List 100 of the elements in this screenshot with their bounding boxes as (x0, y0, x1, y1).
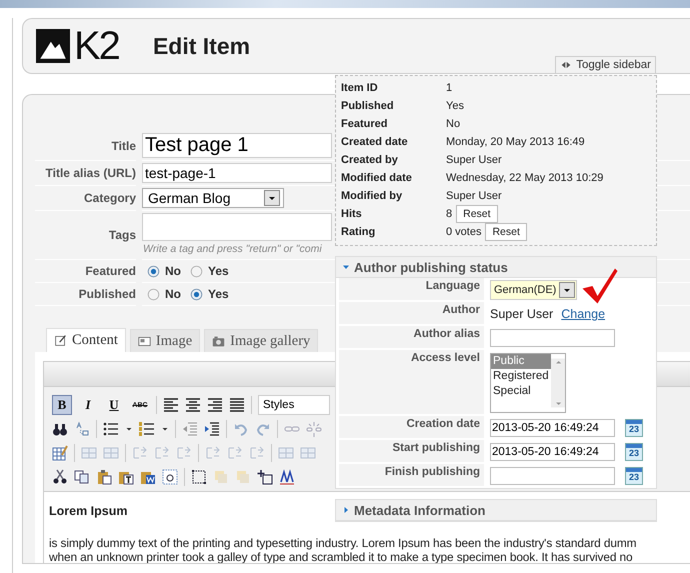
calendar-button[interactable]: 23 (625, 443, 643, 461)
radio-button[interactable] (190, 264, 203, 278)
info-label: Created by (341, 153, 399, 168)
radio-button[interactable] (147, 288, 160, 300)
language-dropdown[interactable]: German(DE) (490, 280, 578, 300)
camera-icon (212, 334, 226, 348)
input-field[interactable] (490, 329, 615, 347)
radio-label: No (165, 287, 181, 301)
list-option[interactable]: Registered (491, 369, 551, 384)
author-name: Super User (490, 307, 554, 321)
calendar-button[interactable]: 23 (625, 419, 643, 437)
alias-field[interactable]: test-page-1 (142, 163, 332, 183)
caret-icon[interactable] (161, 425, 169, 433)
new-layer-icon[interactable] (257, 469, 273, 485)
justify-icon[interactable] (229, 397, 245, 413)
info-value: Yes (446, 100, 464, 112)
arrows-icon (560, 60, 572, 70)
access-level-list[interactable]: Public Registered Special (490, 353, 566, 413)
paste-icon[interactable] (96, 469, 112, 485)
outdent-icon[interactable] (182, 421, 198, 437)
info-label: Rating (341, 225, 376, 240)
binoculars-icon[interactable] (52, 421, 68, 437)
reset-button[interactable]: Reset (485, 223, 527, 241)
logo-text: K2 (74, 26, 119, 66)
unlink-icon[interactable] (306, 421, 322, 437)
field-label: Access level (339, 350, 484, 416)
info-label: Hits (341, 207, 363, 222)
content-heading: Lorem Ipsum (49, 504, 128, 518)
field-label: Author alias (339, 326, 484, 350)
align-right-icon[interactable] (207, 397, 223, 413)
field-label: Published (35, 283, 136, 306)
tab[interactable]: Image (130, 329, 200, 352)
info-value: 8 (446, 208, 452, 220)
info-value: No (446, 118, 460, 130)
font-style-icon[interactable] (279, 469, 295, 485)
panel-header[interactable]: Author publishing status (336, 257, 656, 278)
table-edit-icon[interactable] (52, 445, 68, 461)
info-value: Super User (446, 154, 502, 166)
info-value: Wednesday, 22 May 2013 10:29 (446, 172, 604, 184)
toggle-sidebar-button[interactable]: Toggle sidebar (555, 56, 656, 74)
date-field[interactable]: 2013-05-20 16:49:24 (490, 419, 615, 437)
reset-button[interactable]: Reset (456, 205, 498, 223)
title-field[interactable]: Test page 1 (142, 133, 332, 158)
field-label: Language (339, 278, 484, 302)
tags-field[interactable] (142, 213, 332, 241)
field-label: Start publishing (339, 440, 484, 464)
field-label: Title alias (URL) (35, 161, 136, 186)
caret-icon[interactable] (559, 282, 576, 298)
select-all-icon[interactable] (162, 469, 178, 485)
info-value: 0 votes (446, 226, 482, 238)
field-label: Featured (35, 260, 136, 283)
indent-icon[interactable] (204, 421, 220, 437)
radio-button[interactable] (147, 264, 160, 278)
radio-label: Yes (208, 287, 229, 301)
field-label: Tags (35, 211, 136, 260)
align-left-icon[interactable] (163, 397, 179, 413)
field-label: Finish publishing (339, 464, 484, 488)
info-value: 1 (446, 82, 452, 94)
info-label: Featured (341, 117, 388, 132)
styles-dropdown[interactable]: Styles (258, 395, 330, 415)
change-link[interactable]: Change (561, 307, 606, 321)
format-button[interactable]: B (52, 395, 72, 415)
info-label: Modified date (341, 171, 413, 186)
bullet-list-icon[interactable] (103, 421, 119, 437)
paste-word-icon[interactable] (140, 469, 156, 485)
info-label: Modified by (341, 189, 404, 204)
logo-icon (33, 29, 73, 63)
date-field[interactable]: 2013-05-20 16:49:24 (490, 443, 615, 461)
align-center-icon[interactable] (185, 397, 201, 413)
replace-icon[interactable] (74, 421, 90, 437)
calendar-button[interactable]: 23 (625, 467, 643, 485)
radio-label: Yes (208, 264, 229, 278)
copy-icon[interactable] (74, 469, 90, 485)
info-value: Monday, 20 May 2013 16:49 (446, 136, 585, 148)
field-label: Title (35, 131, 136, 161)
info-value: Super User (446, 190, 502, 202)
triangle-icon[interactable] (342, 263, 350, 271)
caret-icon[interactable] (125, 425, 133, 433)
info-label: Item ID (341, 81, 379, 96)
triangle-icon[interactable] (342, 506, 350, 514)
format-button[interactable]: U (104, 395, 124, 415)
panel-header[interactable]: Metadata Information (336, 500, 656, 521)
radio-button[interactable] (190, 288, 203, 300)
date-field[interactable] (490, 467, 615, 485)
picture-icon (138, 334, 151, 348)
paragraph-line: is simply dummy text of the printing and typesetting industry. Lorem Ipsum has been the industry's standard dumm (49, 536, 636, 550)
info-label: Created date (341, 135, 409, 150)
list-option[interactable]: Special (491, 384, 551, 399)
tab[interactable]: Image gallery (204, 329, 318, 352)
scissors-icon[interactable] (52, 469, 68, 485)
field-label: Creation date (339, 416, 484, 440)
selection-icon[interactable] (191, 469, 207, 485)
tab[interactable]: Content (46, 328, 126, 352)
paste-text-icon[interactable] (118, 469, 134, 485)
format-button[interactable]: I (78, 395, 98, 415)
caret-icon[interactable] (264, 190, 280, 206)
numbered-list-icon[interactable] (139, 421, 155, 437)
category-dropdown[interactable]: German Blog (142, 188, 284, 208)
page-title: Edit Item (152, 32, 250, 60)
pencil-note-icon (54, 334, 67, 347)
